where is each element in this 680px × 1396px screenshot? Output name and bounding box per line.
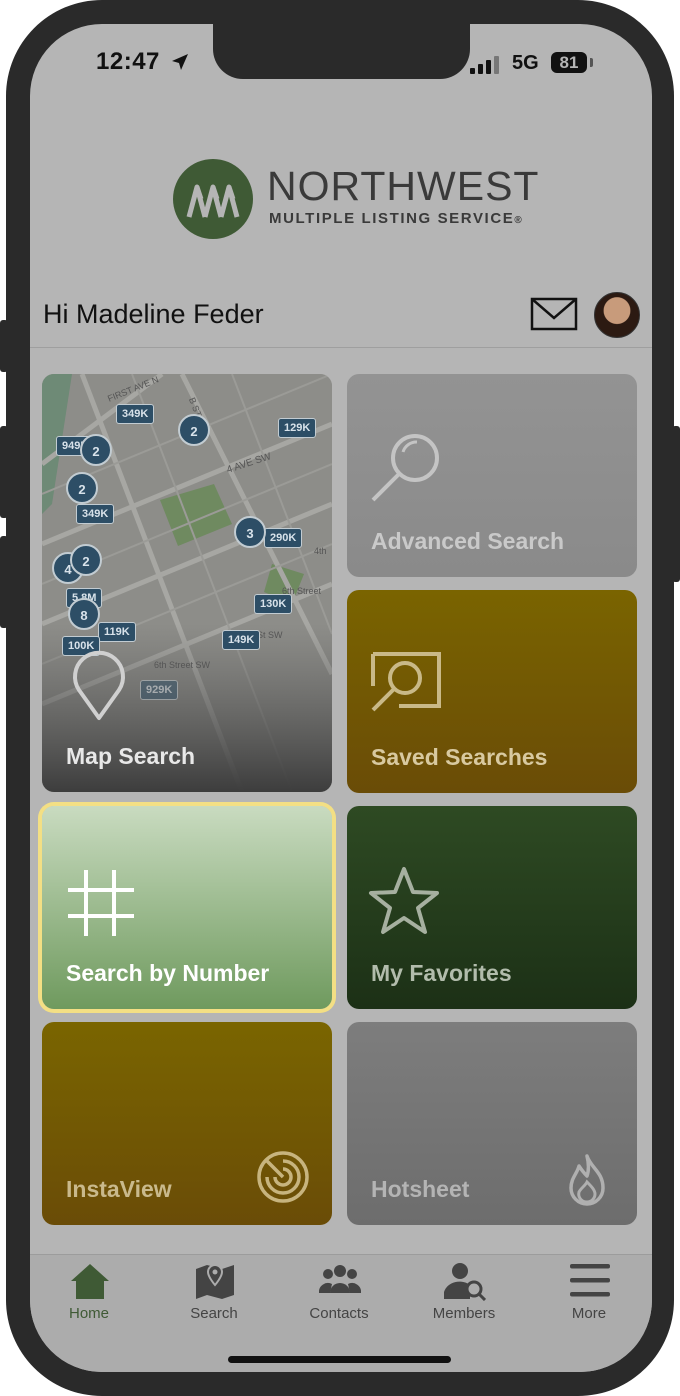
my-favorites-tile[interactable]: My Favorites — [347, 806, 637, 1009]
tile-label: My Favorites — [371, 960, 512, 986]
logo-emblem — [173, 159, 253, 239]
brand-title: NORTHWEST — [267, 163, 540, 209]
map-icon — [196, 1263, 234, 1299]
street-label: 6th Street SW — [154, 660, 211, 670]
tab-home[interactable]: Home — [34, 1261, 144, 1331]
tab-members[interactable]: Members — [409, 1261, 519, 1331]
contacts-icon — [319, 1265, 361, 1293]
mail-icon[interactable] — [530, 296, 578, 332]
search-by-number-tile[interactable]: Search by Number — [42, 806, 332, 1009]
tab-bar: Home Search Contacts Members More — [30, 1254, 652, 1372]
trees-icon — [186, 184, 240, 218]
status-time: 12:47 — [96, 48, 160, 75]
radar-icon — [257, 1151, 309, 1203]
tile-label: InstaView — [66, 1176, 172, 1202]
street-label: 4th — [314, 546, 327, 556]
side-button-volume-up — [0, 426, 8, 518]
cluster-marker[interactable]: 2 — [178, 414, 210, 446]
tile-label: Saved Searches — [371, 744, 548, 770]
advanced-search-tile[interactable]: Advanced Search — [347, 374, 637, 577]
price-marker[interactable]: 119K — [98, 622, 136, 642]
greeting-text: Hi Madeline Feder — [43, 299, 264, 329]
hash-icon — [68, 870, 134, 936]
network-type: 5G — [512, 52, 539, 74]
home-indicator[interactable] — [228, 1356, 451, 1363]
star-icon — [369, 867, 439, 934]
tile-label: Advanced Search — [371, 528, 565, 554]
price-marker[interactable]: 349K — [76, 504, 115, 524]
signal-icon — [470, 56, 499, 74]
side-button-power — [672, 426, 680, 582]
map-pin-icon — [73, 650, 125, 720]
flame-icon — [569, 1154, 605, 1206]
cluster-marker[interactable]: 2 — [70, 544, 102, 576]
side-button-mute — [0, 320, 8, 372]
price-marker[interactable]: 290K — [264, 528, 303, 548]
tab-label: Home — [68, 1305, 109, 1322]
camera-notch — [213, 24, 470, 79]
avatar[interactable] — [594, 292, 640, 338]
registered-mark: ® — [514, 215, 524, 226]
cluster-marker[interactable]: 8 — [68, 598, 100, 630]
magnifier-icon — [371, 434, 439, 502]
price-marker[interactable]: 349K — [116, 404, 155, 424]
location-arrow-icon — [172, 54, 188, 70]
hotsheet-tile[interactable]: Hotsheet — [347, 1022, 637, 1225]
home-icon — [71, 1264, 109, 1299]
tab-contacts[interactable]: Contacts — [284, 1261, 394, 1331]
tab-label: Contacts — [309, 1305, 369, 1322]
tab-label: More — [571, 1305, 607, 1322]
member-search-icon — [444, 1263, 486, 1301]
tab-label: Search — [190, 1305, 238, 1322]
tab-more[interactable]: More — [534, 1261, 644, 1331]
battery-icon: 81 — [551, 52, 587, 73]
price-marker[interactable]: 929K — [140, 680, 179, 700]
cluster-marker[interactable]: 2 — [66, 472, 98, 504]
saved-searches-tile[interactable]: Saved Searches — [347, 590, 637, 793]
saved-search-icon — [371, 652, 441, 712]
price-marker[interactable]: 129K — [278, 418, 317, 438]
cluster-marker[interactable]: 2 — [80, 434, 112, 466]
tile-label: Hotsheet — [371, 1176, 470, 1202]
side-button-volume-down — [0, 536, 8, 628]
price-marker[interactable]: 130K — [254, 594, 293, 614]
tile-label: Search by Number — [66, 960, 270, 986]
header-divider — [30, 347, 652, 348]
brand-subtitle-text: MULTIPLE LISTING SERVICE — [269, 210, 515, 227]
hamburger-menu-icon — [570, 1264, 610, 1297]
battery-nub — [590, 58, 593, 67]
tab-label: Members — [432, 1305, 496, 1322]
price-marker[interactable]: 149K — [222, 630, 261, 650]
brand-subtitle: MULTIPLE LISTING SERVICE® — [269, 210, 523, 227]
tab-search[interactable]: Search — [159, 1261, 269, 1331]
tile-label: Map Search — [66, 743, 196, 769]
map-search-tile[interactable]: FIRST AVE N 4 AVE SW B ST SW 6th Street … — [42, 374, 332, 792]
app-screen: 12:47 5G 81 NORTHWEST MULTIPLE LISTING S… — [30, 24, 652, 1372]
cluster-marker[interactable]: 3 — [234, 516, 266, 548]
instaview-tile[interactable]: InstaView — [42, 1022, 332, 1225]
